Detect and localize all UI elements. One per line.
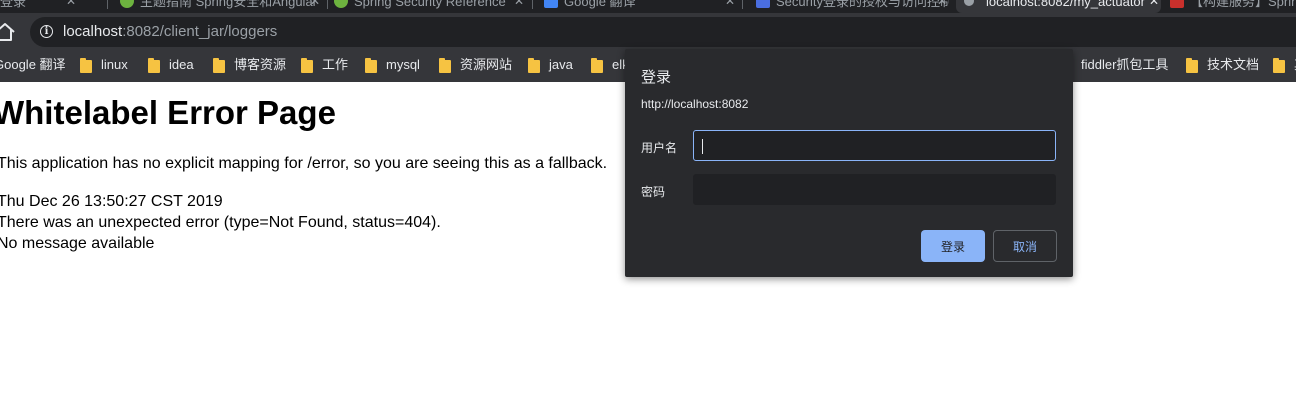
tab-separator [742,0,743,9]
folder-icon [439,58,453,73]
bookmark-label: 工作 [322,57,349,72]
folder-icon [528,58,542,73]
site-favicon-icon [1170,0,1184,8]
login-button[interactable]: 登录 [921,230,985,262]
tab-login[interactable]: 登录 ✕ [0,0,78,13]
tab-title: 主题指南 Spring安全和Angular [140,0,317,9]
folder-icon [80,58,94,73]
error-message: No message available [0,235,155,252]
loading-spinner-icon [964,0,974,6]
dialog-origin: http://localhost:8082 [641,97,749,111]
home-icon[interactable] [0,22,16,42]
text-caret [702,139,703,154]
tab-title: Google 翻译 [564,0,636,9]
tab-localhost-actuator[interactable]: localhost:8082/my_actuator ✕ [956,0,1161,13]
tab-build-service[interactable]: 【构建服务】Spring [1168,0,1296,13]
password-label: 密码 [641,185,666,199]
page-title: Whitelabel Error Page [0,94,336,131]
close-icon[interactable]: ✕ [725,0,735,11]
site-favicon-icon [756,0,770,8]
tab-separator [532,0,533,9]
address-bar[interactable]: i localhost:8082/client_jar/loggers [30,17,1296,47]
folder-icon [301,58,315,73]
close-icon[interactable]: ✕ [1149,0,1159,11]
bookmark-label: mysql [386,57,420,72]
bookmark-google-translate[interactable]: Google 翻译 [0,50,66,82]
tab-title: Security登录的授权与访问控制 [776,0,949,9]
tab-title: 【构建服务】Spring [1190,0,1296,9]
tab-strip: 登录 ✕ 主题指南 Spring安全和Angular ✕ Spring Secu… [0,0,1296,13]
site-info-icon[interactable]: i [40,25,53,38]
bookmark-label: fiddler抓包工具 [1081,57,1169,72]
tab-separator [107,0,108,9]
close-icon[interactable]: ✕ [937,0,947,11]
bookmark-label: java [549,57,573,72]
error-detail: There was an unexpected error (type=Not … [0,214,441,231]
browser-toolbar: i localhost:8082/client_jar/loggers [0,13,1296,50]
folder-icon [365,58,379,73]
close-icon[interactable]: ✕ [66,0,76,11]
url-host: localhost [63,23,123,40]
bookmark-label: linux [101,57,128,72]
username-label: 用户名 [641,141,678,155]
folder-icon [1273,58,1287,73]
folder-icon [591,58,605,73]
close-icon[interactable]: ✕ [514,0,524,11]
tab-spring-security-reference[interactable]: Spring Security Reference ✕ [332,0,526,13]
bookmark-folder-other[interactable]: 其他 [1273,50,1296,82]
google-translate-icon [544,0,558,8]
username-input[interactable] [693,130,1056,161]
folder-icon [148,58,162,73]
url-path: :8082/client_jar/loggers [122,23,278,40]
folder-icon [1186,58,1200,73]
tab-title: localhost:8082/my_actuator [986,0,1145,9]
error-description: This application has no explicit mapping… [0,155,608,172]
close-icon[interactable]: ✕ [310,0,320,11]
spring-leaf-icon [334,0,348,8]
dialog-title: 登录 [641,69,672,86]
bookmark-label: 技术文档 [1207,57,1260,72]
tab-title: Spring Security Reference [354,0,506,9]
bookmark-label: idea [169,57,194,72]
bookmark-label: Google 翻译 [0,57,66,72]
cancel-button[interactable]: 取消 [993,230,1057,262]
bookmark-label: 资源网站 [460,57,513,72]
bookmark-label: 博客资源 [234,57,287,72]
folder-icon [213,58,227,73]
spring-leaf-icon [120,0,134,8]
tab-spring-guide[interactable]: 主题指南 Spring安全和Angular ✕ [118,0,322,13]
tab-security-auth[interactable]: Security登录的授权与访问控制 ✕ [754,0,949,13]
auth-dialog: 登录 http://localhost:8082 用户名 密码 登录 取消 [625,49,1073,277]
error-timestamp: Thu Dec 26 13:50:27 CST 2019 [0,193,223,210]
password-input[interactable] [693,174,1056,205]
tab-google-translate[interactable]: Google 翻译 ✕ [542,0,737,13]
tab-separator [327,0,328,9]
url-text[interactable]: localhost:8082/client_jar/loggers [63,23,277,40]
tab-title: 登录 [0,0,27,9]
